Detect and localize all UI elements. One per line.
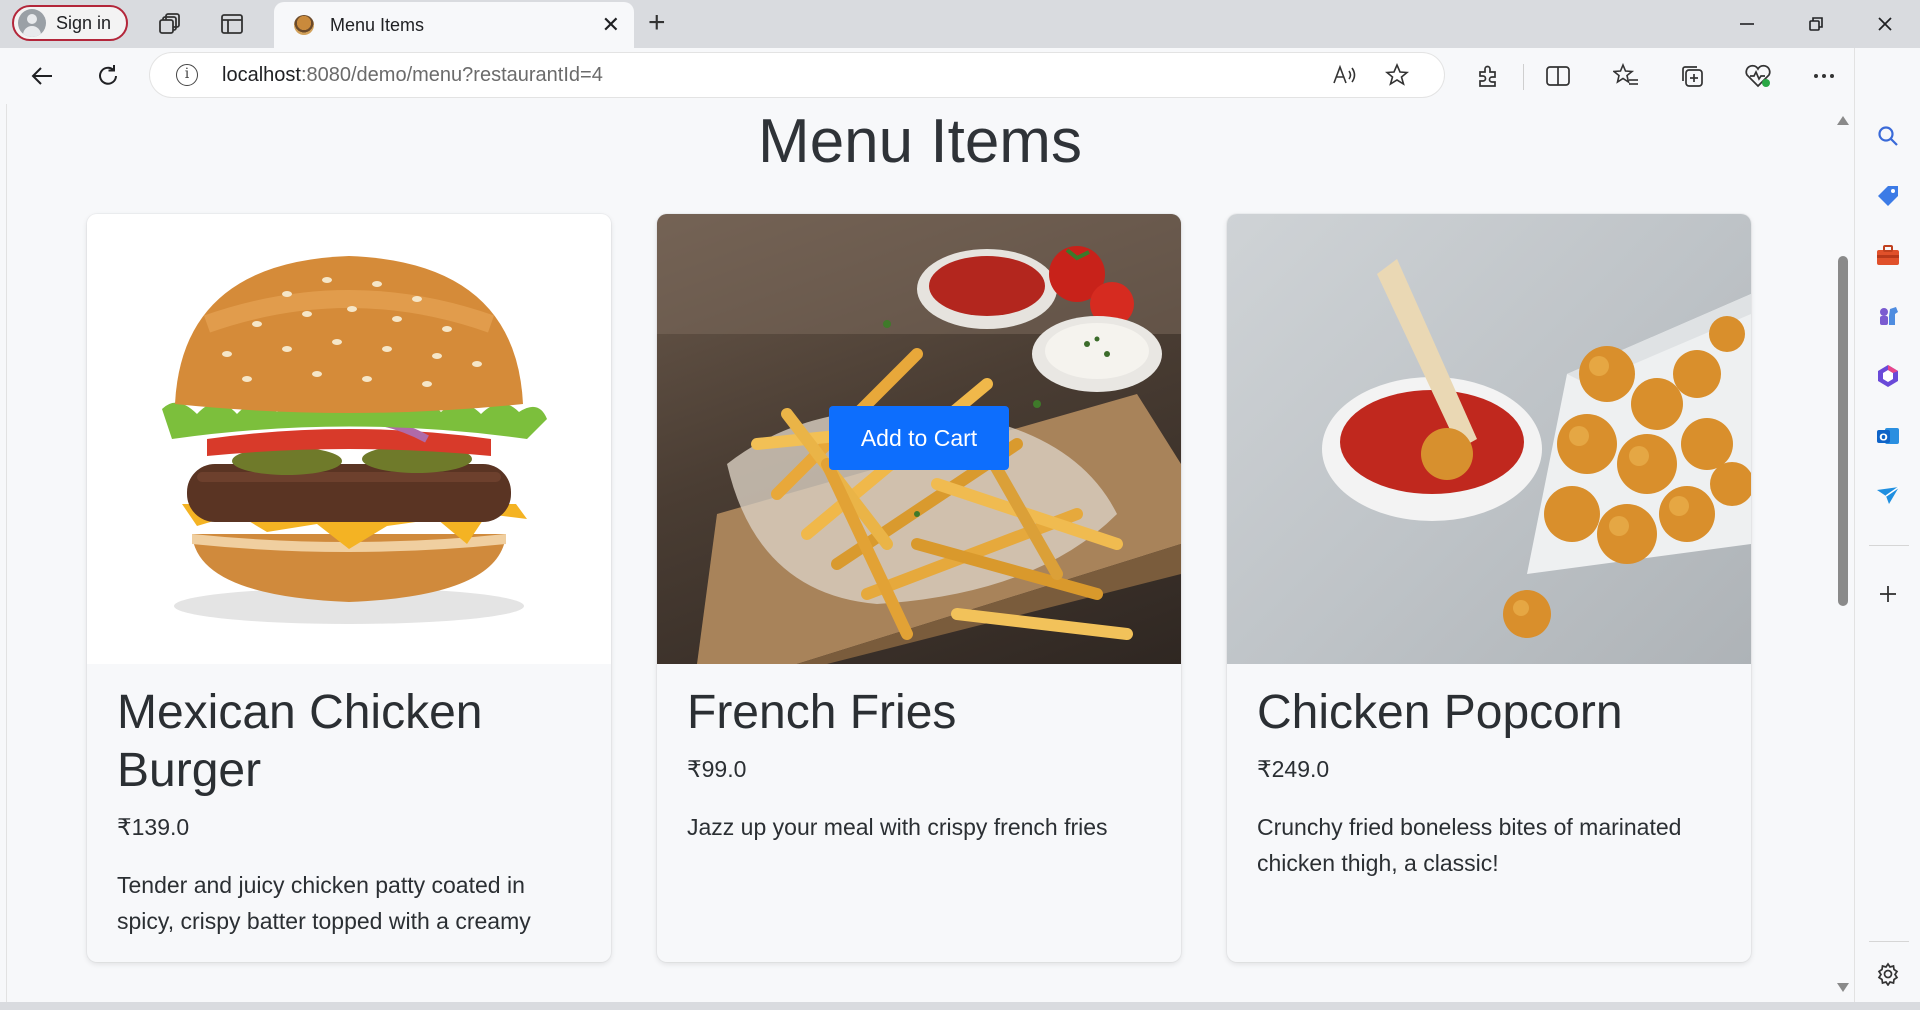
card-body: Chicken Popcorn ₹249.0 Crunchy fried bon…: [1257, 684, 1721, 881]
restore-icon[interactable]: [1793, 8, 1839, 40]
favorite-star-icon[interactable]: [1382, 60, 1412, 90]
new-tab-icon[interactable]: +: [648, 8, 666, 38]
browser-toolbar: i localhost:8080/demo/menu?restaurantId=…: [0, 48, 1920, 104]
refresh-icon[interactable]: [92, 60, 124, 92]
scrollbar-thumb[interactable]: [1838, 256, 1848, 606]
item-name: French Fries: [687, 686, 957, 739]
item-description: Tender and juicy chicken patty coated in…: [117, 872, 531, 934]
close-tab-icon[interactable]: ✕: [602, 14, 620, 36]
url-text[interactable]: localhost:8080/demo/menu?restaurantId=4: [222, 64, 603, 87]
microsoft-365-icon[interactable]: [1872, 360, 1904, 392]
page-viewport: Menu Items Mexican Chicken Burger ₹139.0…: [6, 104, 1835, 1002]
menu-item-card: Mexican Chicken Burger ₹139.0 Tender and…: [87, 214, 611, 962]
tab-menu-items[interactable]: Menu Items ✕: [274, 2, 634, 48]
close-window-icon[interactable]: [1862, 8, 1908, 40]
restaurant-favicon-icon: [294, 15, 314, 35]
profile-avatar-icon: [18, 9, 46, 37]
workspaces-icon[interactable]: [154, 8, 186, 40]
scroll-down-arrow-icon[interactable]: [1837, 983, 1849, 992]
read-aloud-icon[interactable]: [1330, 60, 1360, 90]
extensions-icon[interactable]: [1472, 60, 1504, 92]
send-drop-icon[interactable]: [1872, 480, 1904, 512]
vertical-tabs-icon[interactable]: [216, 8, 248, 40]
back-icon[interactable]: [26, 60, 58, 92]
chicken-popcorn-image: [1227, 214, 1751, 664]
tab-title: Menu Items: [330, 14, 425, 35]
page-title: Menu Items: [758, 107, 1082, 176]
site-info-icon[interactable]: i: [176, 64, 198, 86]
item-price: ₹249.0: [1257, 756, 1330, 782]
sidebar-divider: [1869, 941, 1909, 942]
shopping-tag-icon[interactable]: [1872, 180, 1904, 212]
item-price: ₹99.0: [687, 756, 747, 782]
page-scrollbar[interactable]: [1834, 104, 1852, 1002]
collections-icon[interactable]: [1676, 60, 1708, 92]
svg-text:O: O: [1879, 433, 1888, 444]
item-name: Chicken Popcorn: [1257, 686, 1623, 739]
menu-item-card: Chicken Popcorn ₹249.0 Crunchy fried bon…: [1227, 214, 1751, 962]
address-bar[interactable]: i localhost:8080/demo/menu?restaurantId=…: [150, 53, 1444, 97]
item-description: Crunchy fried boneless bites of marinate…: [1257, 814, 1682, 876]
sidebar-settings-gear-icon[interactable]: [1872, 958, 1904, 990]
favorites-list-icon[interactable]: [1610, 60, 1642, 92]
minimize-icon[interactable]: [1724, 8, 1770, 40]
window-bottom-border: [0, 1002, 1920, 1010]
add-to-cart-button[interactable]: Add to Cart: [829, 406, 1009, 470]
card-body: Mexican Chicken Burger ₹139.0 Tender and…: [117, 684, 581, 939]
add-sidebar-app-icon[interactable]: [1872, 578, 1904, 610]
edge-sidebar: O: [1854, 48, 1920, 1010]
tab-strip: Sign in Menu Items ✕ +: [0, 0, 1920, 48]
split-screen-icon[interactable]: [1542, 60, 1574, 92]
sign-in-label: Sign in: [56, 12, 112, 33]
browser-essentials-icon[interactable]: [1742, 60, 1774, 92]
item-description: Jazz up your meal with crispy french fri…: [687, 814, 1108, 840]
toolbar-divider: [1523, 64, 1524, 90]
sidebar-divider: [1869, 545, 1909, 546]
games-chess-icon[interactable]: [1872, 300, 1904, 332]
item-price: ₹139.0: [117, 814, 190, 840]
outlook-icon[interactable]: O: [1872, 420, 1904, 452]
card-body: French Fries ₹99.0 Jazz up your meal wit…: [687, 684, 1151, 845]
sign-in-button[interactable]: Sign in: [12, 5, 128, 41]
tools-briefcase-icon[interactable]: [1872, 240, 1904, 272]
burger-image: [87, 214, 611, 664]
item-name: Mexican Chicken Burger: [117, 686, 483, 797]
search-icon[interactable]: [1872, 120, 1904, 152]
menu-item-card: Add to Cart French Fries ₹99.0 Jazz up y…: [657, 214, 1181, 962]
more-options-icon[interactable]: [1808, 60, 1840, 92]
scroll-up-arrow-icon[interactable]: [1837, 116, 1849, 125]
